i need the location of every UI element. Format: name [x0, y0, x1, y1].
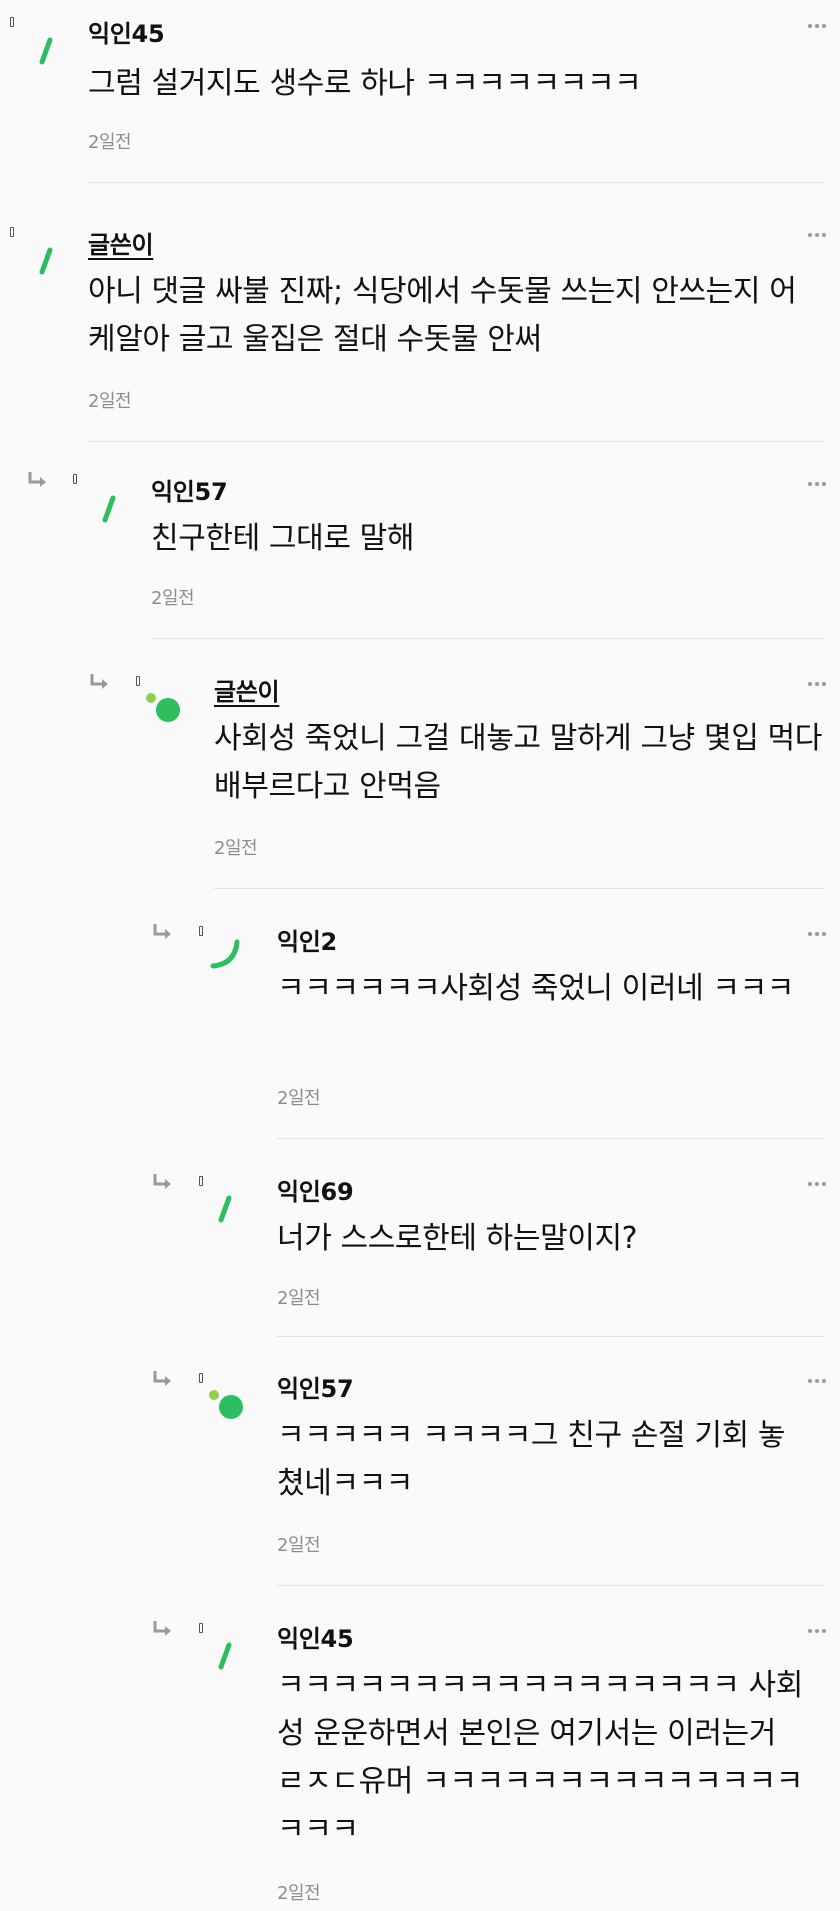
avatar — [146, 693, 180, 722]
bookmark-icon — [10, 227, 14, 237]
comment-author[interactable]: 익인45 — [88, 14, 165, 49]
more-options-icon[interactable] — [808, 482, 830, 490]
comment-body: 너가 스스로한테 하는말이지? — [277, 1221, 638, 1256]
bookmark-icon — [10, 17, 14, 27]
more-options-icon[interactable] — [808, 233, 830, 241]
bookmark-icon — [199, 1623, 203, 1633]
reply-arrow-icon — [153, 1371, 171, 1386]
more-options-icon[interactable] — [808, 932, 830, 940]
more-options-icon[interactable] — [808, 1379, 830, 1387]
more-options-icon[interactable] — [808, 1629, 830, 1637]
comment-author[interactable]: 익인45 — [277, 1619, 354, 1654]
comment-item: 익인57 친구한테 그대로 말해 2일전 — [0, 442, 840, 642]
comment-item: 익인2 ㅋㅋㅋㅋㅋㅋ사회성 죽었니 이러네 ㅋㅋㅋ 2일전 — [0, 892, 840, 1142]
comment-body: 친구한테 그대로 말해 — [151, 521, 415, 556]
comment-timestamp: 2일전 — [277, 1088, 321, 1109]
comment-body: 아니 댓글 싸불 진짜; 식당에서 수돗물 쓰는지 안쓰는지 어케알아 글고 울… — [88, 274, 797, 357]
comment-item: 익인45 그럼 설거지도 생수로 하나 ㅋㅋㅋㅋㅋㅋㅋㅋ 2일전 — [0, 0, 840, 185]
comment-item: 익인69 너가 스스로한테 하는말이지? 2일전 — [0, 1142, 840, 1339]
divider — [214, 888, 824, 889]
comment-timestamp: 2일전 — [277, 1535, 321, 1556]
comment-timestamp: 2일전 — [88, 391, 132, 412]
divider — [277, 1138, 824, 1139]
comment-author[interactable]: 글쓴이 — [214, 672, 280, 707]
comment-author[interactable]: 익인69 — [277, 1172, 354, 1207]
reply-arrow-icon — [28, 472, 46, 487]
reply-arrow-icon — [153, 1174, 171, 1189]
avatar — [102, 495, 116, 523]
comment-timestamp: 2일전 — [277, 1288, 321, 1309]
comment-timestamp: 2일전 — [88, 132, 132, 153]
comment-timestamp: 2일전 — [151, 588, 195, 609]
more-options-icon[interactable] — [808, 1182, 830, 1190]
comment-item: 익인45 ㅋㅋㅋㅋㅋㅋㅋㅋㅋㅋㅋㅋㅋㅋㅋㅋㅋ 사회성 운운하면서 본인은 여기서… — [0, 1589, 840, 1911]
divider — [88, 182, 824, 183]
comment-item: 글쓴이 사회성 죽었니 그걸 대놓고 말하게 그냥 몇입 먹다 배부르다고 안먹… — [0, 642, 840, 892]
comment-author[interactable]: 글쓴이 — [88, 225, 154, 260]
more-options-icon[interactable] — [808, 682, 830, 690]
divider — [277, 1585, 824, 1586]
avatar — [39, 37, 53, 65]
avatar — [218, 1642, 232, 1670]
bookmark-icon — [199, 926, 203, 936]
avatar — [209, 1390, 243, 1419]
comment-body: 사회성 죽었니 그걸 대놓고 말하게 그냥 몇입 먹다 배부르다고 안먹음 — [214, 721, 822, 804]
reply-arrow-icon — [153, 924, 171, 939]
comment-timestamp: 2일전 — [214, 838, 258, 859]
avatar — [218, 1195, 232, 1223]
bookmark-icon — [73, 474, 77, 484]
divider — [151, 638, 824, 639]
reply-arrow-icon — [153, 1621, 171, 1636]
bookmark-icon — [199, 1176, 203, 1186]
comment-body: 그럼 설거지도 생수로 하나 ㅋㅋㅋㅋㅋㅋㅋㅋ — [88, 66, 642, 101]
bookmark-icon — [136, 676, 140, 686]
avatar — [39, 247, 53, 275]
bookmark-icon — [199, 1373, 203, 1383]
comment-body: ㅋㅋㅋㅋㅋㅋㅋㅋㅋㅋㅋㅋㅋㅋㅋㅋㅋ 사회성 운운하면서 본인은 여기서는 이러는… — [277, 1668, 803, 1847]
divider — [277, 1336, 824, 1337]
comment-body: ㅋㅋㅋㅋㅋ ㅋㅋㅋㅋ그 친구 손절 기회 놓쳤네ㅋㅋㅋ — [277, 1418, 786, 1501]
comment-author[interactable]: 익인57 — [277, 1369, 354, 1404]
comment-timestamp: 2일전 — [277, 1883, 321, 1904]
comment-author[interactable]: 익인2 — [277, 922, 337, 957]
avatar — [210, 939, 240, 969]
reply-arrow-icon — [90, 674, 108, 689]
comment-body: ㅋㅋㅋㅋㅋㅋ사회성 죽었니 이러네 ㅋㅋㅋ — [277, 971, 795, 1006]
comment-item: 익인57 ㅋㅋㅋㅋㅋ ㅋㅋㅋㅋ그 친구 손절 기회 놓쳤네ㅋㅋㅋ 2일전 — [0, 1339, 840, 1589]
more-options-icon[interactable] — [808, 24, 830, 32]
comment-author[interactable]: 익인57 — [151, 472, 228, 507]
comment-item: 글쓴이 아니 댓글 싸불 진짜; 식당에서 수돗물 쓰는지 안쓰는지 어케알아 … — [0, 185, 840, 442]
